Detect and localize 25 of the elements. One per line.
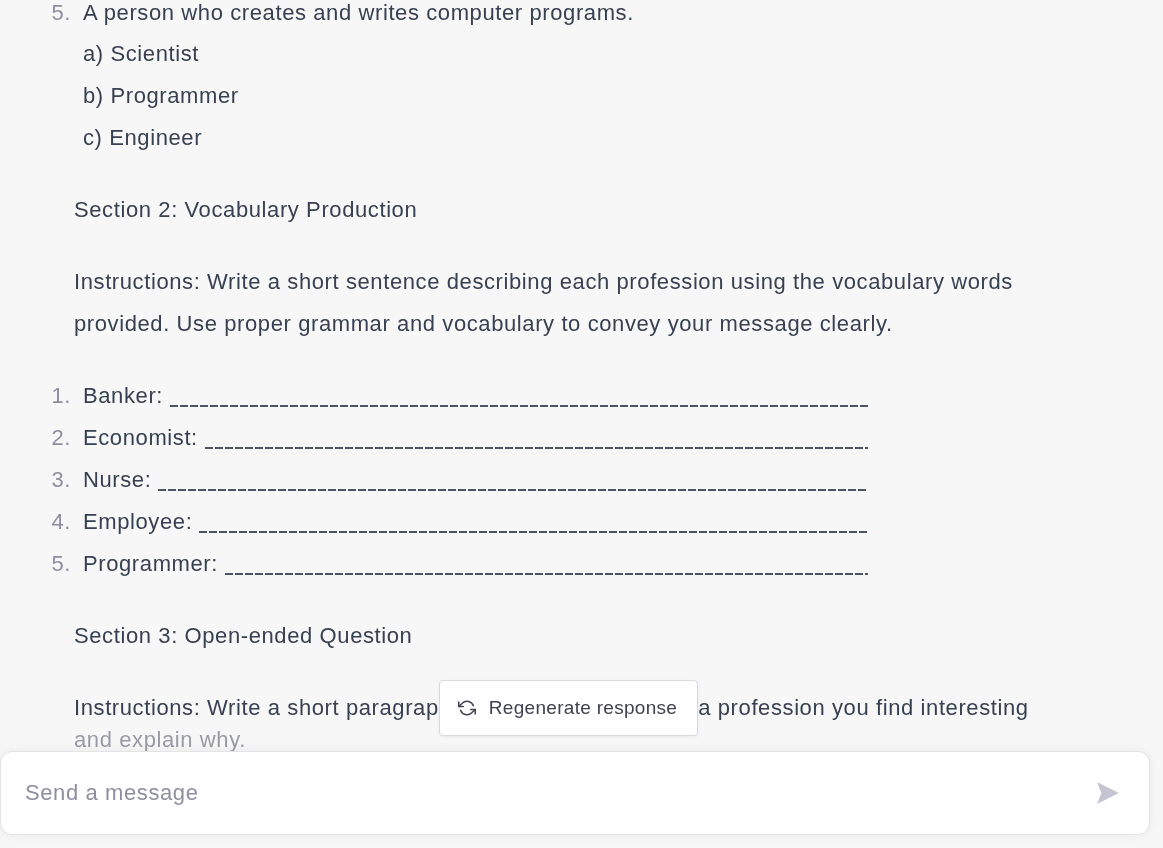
answer-option: b) Programmer [83,75,239,117]
send-icon [1097,782,1119,804]
profession-label: Programmer: [83,550,218,578]
refresh-icon [457,699,476,717]
list-number: 5. [51,550,71,578]
list-number: 4. [51,508,71,536]
list-number: 5. [51,0,71,26]
answer-option: c) Engineer [83,117,203,159]
answer-option: a) Scientist [83,33,200,75]
list-number: 3. [51,466,71,494]
question-text: A person who creates and writes computer programs. [83,0,634,26]
instructions-text: a profession you find interesting [698,694,1029,722]
profession-label: Economist: [83,424,198,452]
profession-label: Employee: [83,508,193,536]
list-number: 2. [51,424,71,452]
instructions-text: Instructions: Write a short sentence describing each profession using the vocabulary words provided. Use proper grammar and vocabulary to convey your message clearly. [74,268,1014,338]
profession-label: Banker: [83,382,164,410]
profession-label: Nurse: [83,466,152,494]
regenerate-button[interactable]: Regenerate response [438,680,699,736]
message-input[interactable]: Send a message [0,751,1150,835]
instructions-text: Instructions: Write a short paragrap [74,694,439,722]
list-number: 1. [51,382,71,410]
section-heading: Section 3: Open-ended Question [74,622,413,650]
section-heading: Section 2: Vocabulary Production [74,196,418,224]
instructions-text: and explain why. [74,729,246,751]
